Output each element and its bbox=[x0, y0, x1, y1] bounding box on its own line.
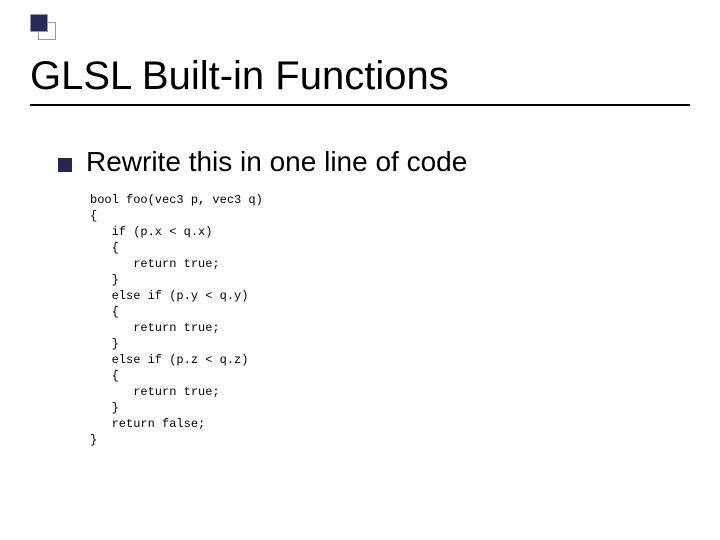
bullet-text: Rewrite this in one line of code bbox=[86, 146, 467, 178]
deco-box-dark bbox=[30, 14, 48, 32]
slide-title: GLSL Built-in Functions bbox=[30, 54, 449, 99]
bullet-row: Rewrite this in one line of code bbox=[58, 146, 467, 178]
title-underline bbox=[30, 104, 690, 106]
bullet-square-icon bbox=[58, 158, 72, 172]
code-block: bool foo(vec3 p, vec3 q) { if (p.x < q.x… bbox=[90, 192, 263, 448]
